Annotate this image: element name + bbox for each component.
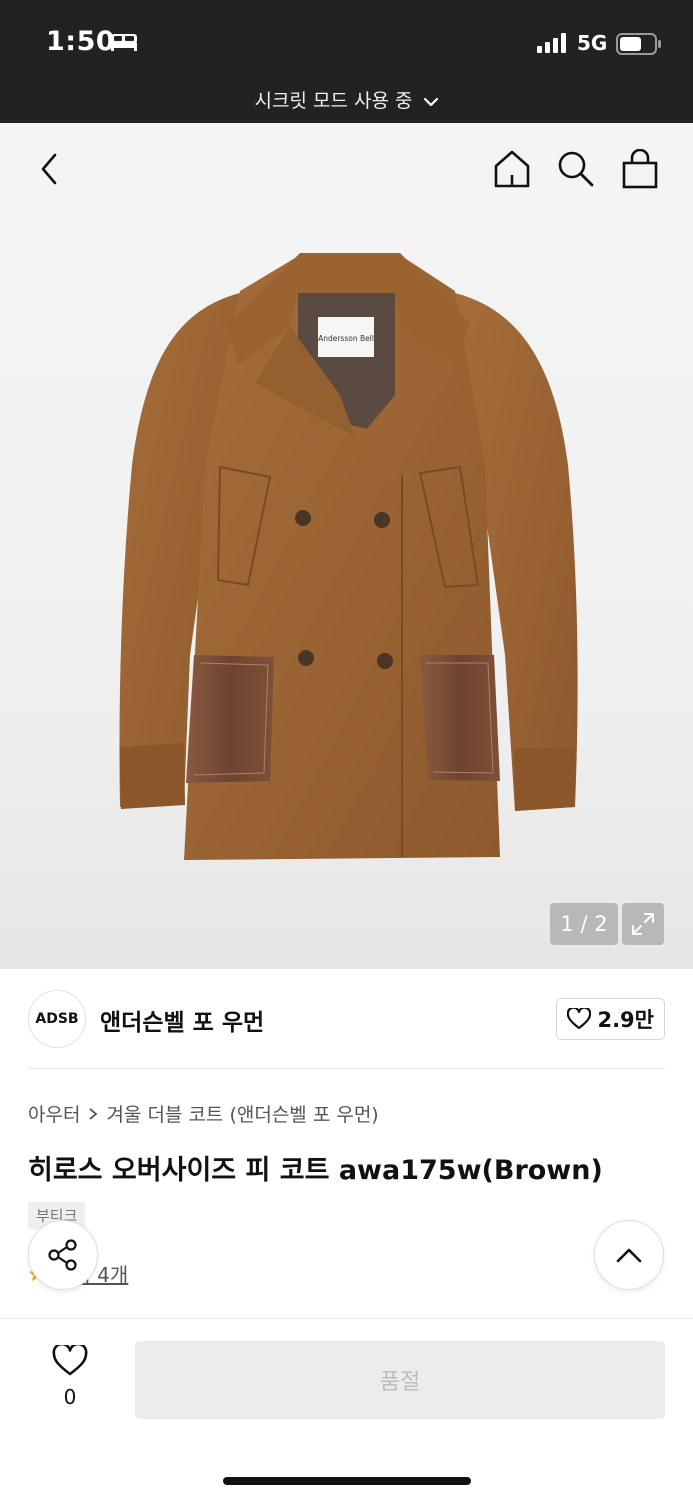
- sold-out-button[interactable]: 품절: [135, 1341, 665, 1419]
- incognito-indicator[interactable]: 시크릿 모드 사용 중: [0, 86, 693, 113]
- brand-like-button[interactable]: 2.9만: [556, 998, 665, 1040]
- chevron-down-icon: [423, 97, 438, 106]
- search-icon: [558, 151, 594, 187]
- breadcrumb: 아우터 겨울 더블 코트 (앤더슨벨 포 우먼): [28, 1100, 379, 1127]
- heart-icon: [52, 1342, 88, 1376]
- divider: [28, 1068, 665, 1069]
- network-label: 5G: [577, 31, 608, 55]
- image-pager: 1 / 2: [550, 903, 618, 945]
- bed-icon: [111, 34, 137, 51]
- brand-logo[interactable]: ADSB: [28, 990, 86, 1048]
- status-bar: 1:50 5G 시크릿 모드 사용 중: [0, 0, 693, 123]
- brand-name[interactable]: 앤더슨벨 포 우먼: [100, 1003, 264, 1037]
- brand-row: ADSB 앤더슨벨 포 우먼 2.9만: [28, 990, 665, 1050]
- cart-button[interactable]: [618, 147, 662, 191]
- brand-like-count: 2.9만: [597, 1008, 654, 1032]
- wishlist-button[interactable]: 0: [40, 1342, 100, 1409]
- share-icon: [48, 1239, 77, 1271]
- chevron-up-icon: [616, 1248, 642, 1263]
- share-button[interactable]: [28, 1220, 98, 1290]
- shopping-bag-icon: [622, 149, 658, 189]
- chevron-right-icon: [89, 1107, 98, 1120]
- bottom-action-bar: 0 품절: [0, 1318, 693, 1500]
- product-title: 히로스 오버사이즈 피 코트 awa175w(Brown): [28, 1155, 603, 1186]
- brand-label-text: Andersson Bell: [318, 334, 374, 343]
- expand-image-button[interactable]: [622, 903, 664, 945]
- breadcrumb-category[interactable]: 아우터: [28, 1100, 80, 1127]
- search-button[interactable]: [553, 147, 597, 191]
- home-indicator[interactable]: [223, 1477, 471, 1485]
- product-image[interactable]: Andersson Bell: [0, 215, 693, 969]
- status-time: 1:50: [46, 26, 116, 57]
- expand-icon: [632, 913, 654, 935]
- incognito-label: 시크릿 모드 사용 중: [254, 90, 413, 112]
- home-icon: [494, 150, 530, 188]
- heart-icon: [567, 1008, 592, 1030]
- breadcrumb-collection[interactable]: 겨울 더블 코트 (앤더슨벨 포 우먼): [106, 1100, 378, 1127]
- scroll-top-button[interactable]: [594, 1220, 664, 1290]
- battery-icon: [616, 33, 661, 55]
- home-button[interactable]: [490, 147, 534, 191]
- top-navigation: [0, 123, 693, 215]
- product-gallery[interactable]: Andersson Bell 1 / 2: [0, 215, 693, 969]
- back-button[interactable]: [28, 147, 72, 191]
- wishlist-count: 0: [63, 1385, 77, 1409]
- signal-icon: [537, 33, 566, 53]
- back-icon: [41, 153, 57, 185]
